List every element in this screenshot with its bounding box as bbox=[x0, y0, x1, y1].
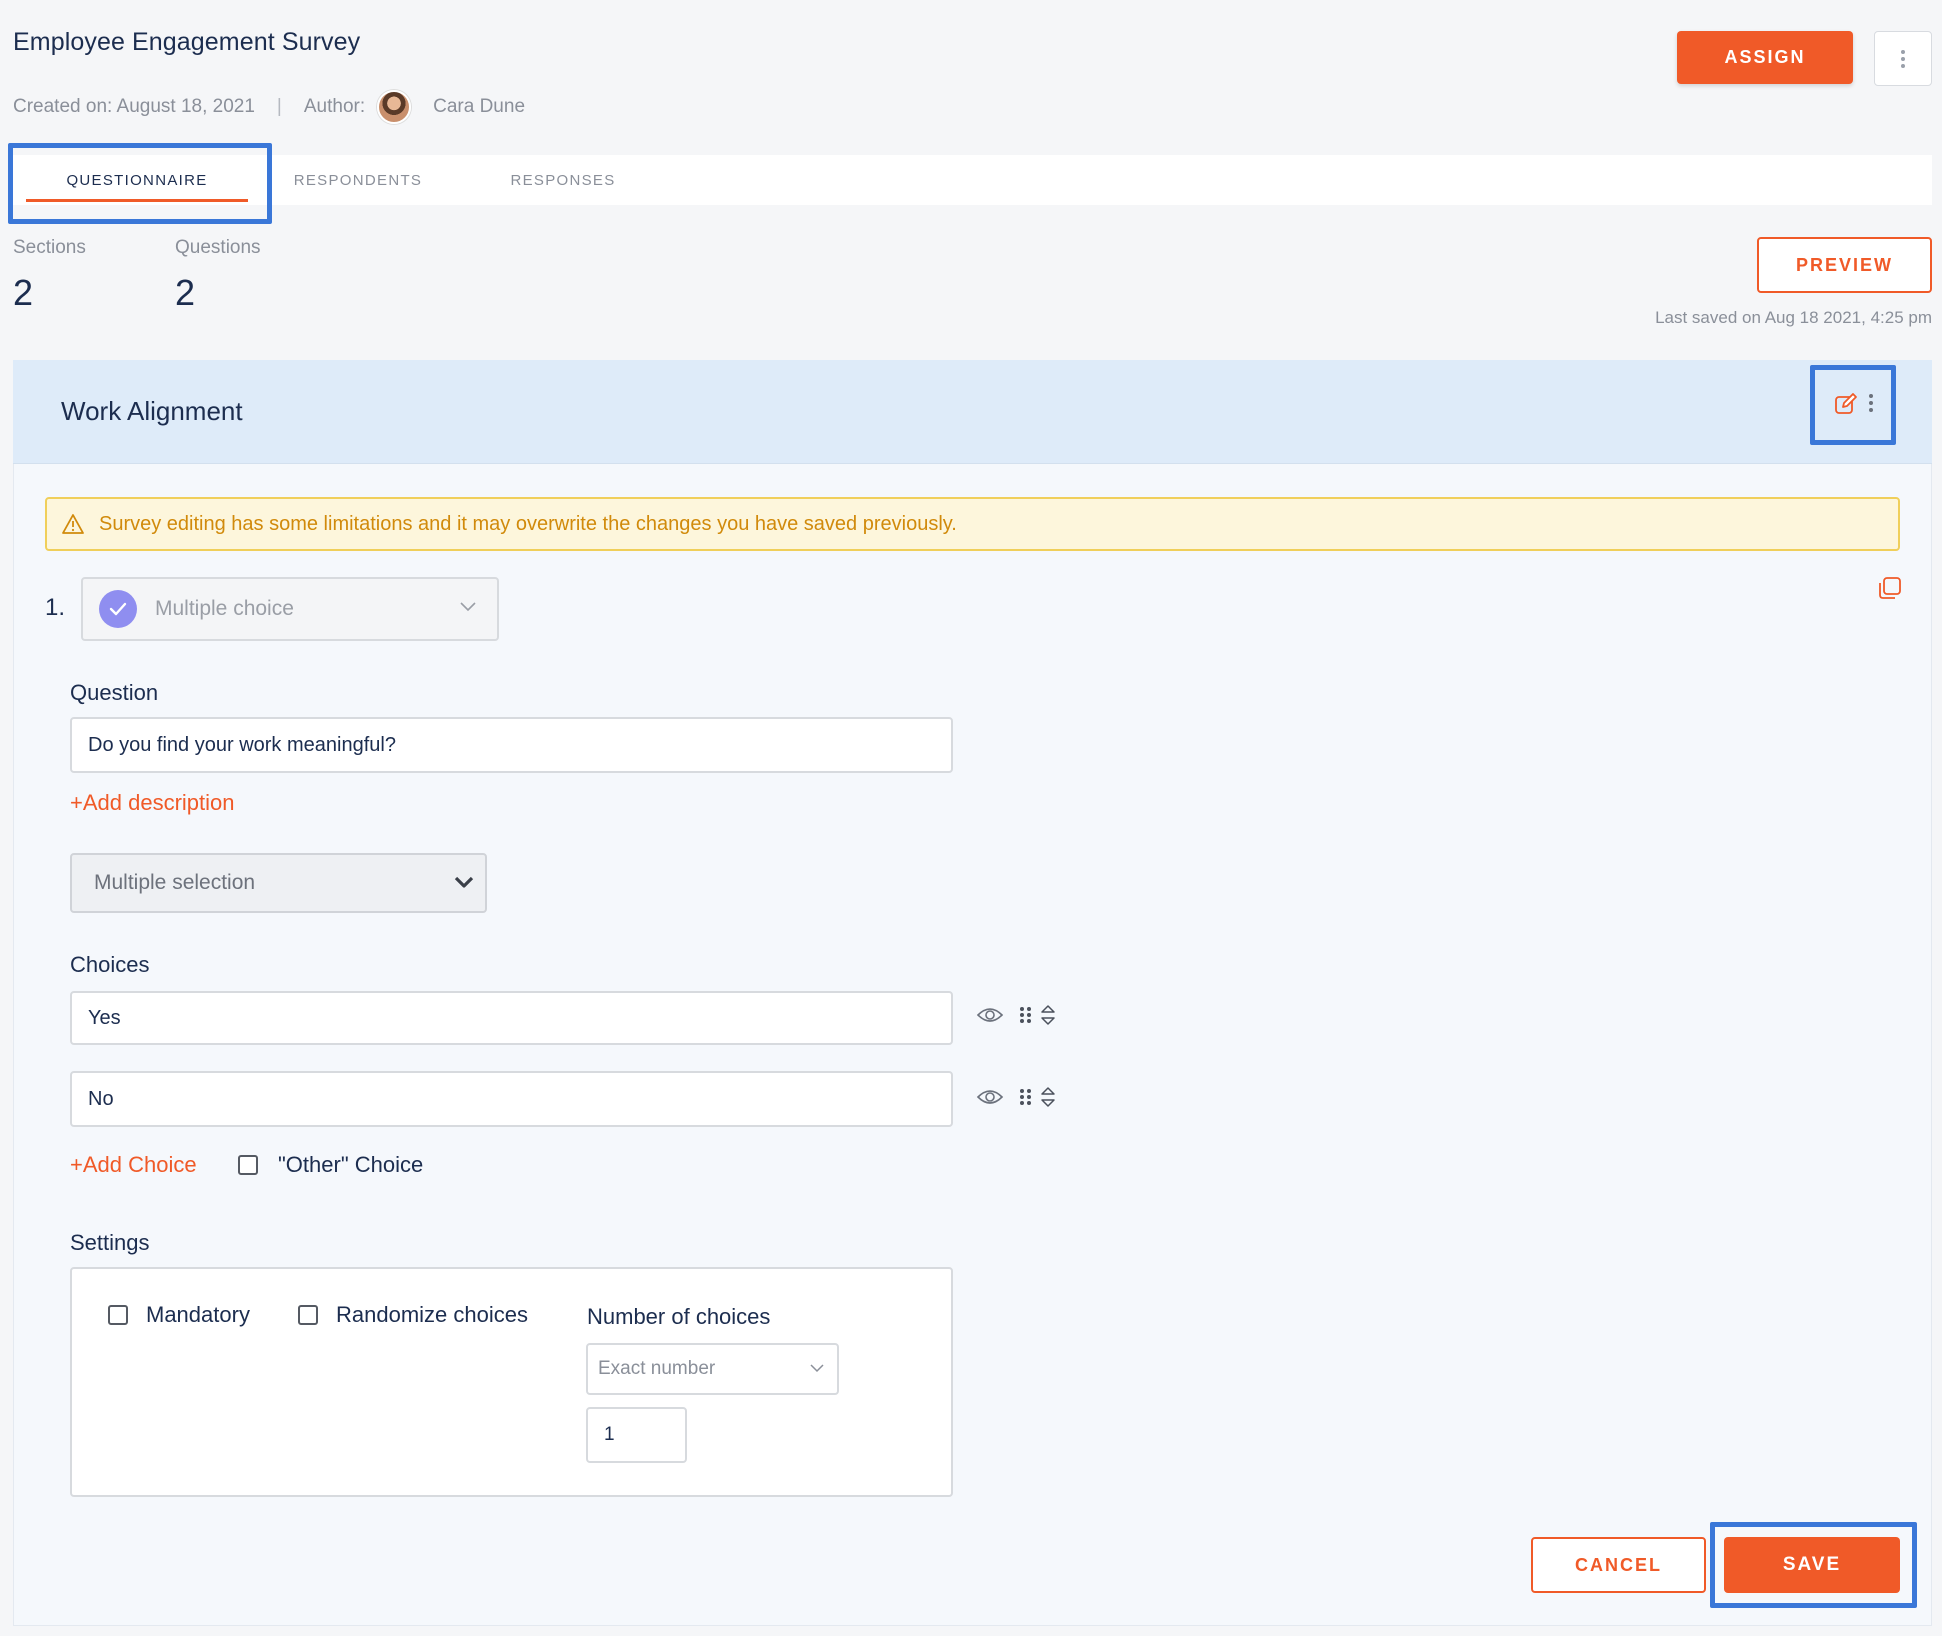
chevron-down-icon bbox=[454, 876, 474, 888]
warning-text: Survey editing has some limitations and … bbox=[99, 512, 957, 535]
randomize-checkbox[interactable] bbox=[298, 1305, 318, 1325]
assign-button[interactable]: ASSIGN bbox=[1677, 31, 1853, 84]
sections-label: Sections bbox=[13, 237, 86, 258]
survey-meta: Created on: August 18, 2021 | Author: Ca… bbox=[13, 90, 525, 124]
drag-handle-icon[interactable] bbox=[1018, 1087, 1034, 1107]
warning-banner: Survey editing has some limitations and … bbox=[45, 497, 1900, 551]
question-input[interactable]: Do you find your work meaningful? bbox=[70, 717, 953, 773]
preview-button[interactable]: PREVIEW bbox=[1757, 237, 1932, 293]
question-type-select[interactable]: Multiple choice bbox=[81, 577, 499, 641]
author-label: Author: bbox=[303, 96, 366, 117]
number-of-choices-label: Number of choices bbox=[587, 1304, 771, 1329]
page-title: Employee Engagement Survey bbox=[13, 28, 361, 56]
chevron-down-icon bbox=[460, 602, 476, 612]
mandatory-label: Mandatory bbox=[146, 1302, 250, 1327]
edit-icon[interactable] bbox=[1834, 392, 1858, 416]
last-saved-text: Last saved on Aug 18 2021, 4:25 pm bbox=[1655, 308, 1932, 327]
number-of-choices-select[interactable]: Exact number bbox=[586, 1343, 839, 1395]
tab-respondents[interactable]: RESPONDENTS bbox=[278, 155, 438, 205]
sections-count: 2 bbox=[13, 272, 34, 313]
add-description-link[interactable]: +Add description bbox=[70, 790, 235, 816]
choices-label: Choices bbox=[70, 952, 150, 977]
meta-separator: | bbox=[276, 96, 282, 117]
choice-input[interactable]: No bbox=[70, 1071, 953, 1127]
reorder-arrows-icon[interactable] bbox=[1040, 1085, 1056, 1109]
warning-icon bbox=[62, 514, 84, 534]
randomize-option[interactable]: Randomize choices bbox=[298, 1302, 528, 1328]
avatar bbox=[377, 90, 412, 124]
questions-label: Questions bbox=[175, 237, 261, 258]
reorder-arrows-icon[interactable] bbox=[1040, 1003, 1056, 1027]
questions-count: 2 bbox=[175, 272, 196, 313]
other-choice-label: "Other" Choice bbox=[278, 1152, 424, 1177]
copy-icon[interactable] bbox=[1877, 575, 1903, 601]
eye-icon[interactable] bbox=[976, 1005, 1004, 1025]
check-circle-icon bbox=[99, 590, 137, 628]
kebab-vertical-icon bbox=[1901, 49, 1905, 68]
eye-icon[interactable] bbox=[976, 1087, 1004, 1107]
question-number: 1. bbox=[45, 594, 66, 621]
chevron-down-icon bbox=[810, 1364, 824, 1373]
author-name: Cara Dune bbox=[433, 96, 526, 117]
selection-mode-select[interactable]: Multiple selection bbox=[70, 853, 487, 913]
drag-handle-icon[interactable] bbox=[1018, 1005, 1034, 1025]
choice-actions bbox=[976, 1085, 1056, 1109]
section-more-icon[interactable] bbox=[1869, 394, 1873, 412]
add-choice-link[interactable]: +Add Choice bbox=[70, 1152, 197, 1178]
more-options-button[interactable] bbox=[1874, 31, 1932, 86]
selection-mode-value: Multiple selection bbox=[94, 871, 256, 894]
choice-input[interactable]: Yes bbox=[70, 991, 953, 1045]
settings-label: Settings bbox=[70, 1230, 150, 1255]
highlight-box-tab bbox=[8, 143, 272, 224]
other-choice-option[interactable]: "Other" Choice bbox=[238, 1152, 423, 1178]
section-title: Work Alignment bbox=[61, 396, 243, 426]
number-of-choices-mode: Exact number bbox=[598, 1358, 716, 1379]
mandatory-checkbox[interactable] bbox=[108, 1305, 128, 1325]
randomize-label: Randomize choices bbox=[336, 1302, 528, 1327]
tab-responses[interactable]: RESPONSES bbox=[486, 155, 640, 205]
other-choice-checkbox[interactable] bbox=[238, 1155, 258, 1175]
created-on-text: Created on: August 18, 2021 bbox=[13, 96, 255, 117]
question-type-label: Multiple choice bbox=[155, 597, 294, 620]
choice-actions bbox=[976, 1003, 1056, 1027]
save-button[interactable]: SAVE bbox=[1724, 1537, 1900, 1593]
question-label: Question bbox=[70, 680, 159, 705]
number-of-choices-input[interactable]: 1 bbox=[586, 1407, 687, 1463]
mandatory-option[interactable]: Mandatory bbox=[108, 1302, 250, 1328]
cancel-button[interactable]: CANCEL bbox=[1531, 1537, 1706, 1593]
section-header bbox=[13, 360, 1932, 464]
